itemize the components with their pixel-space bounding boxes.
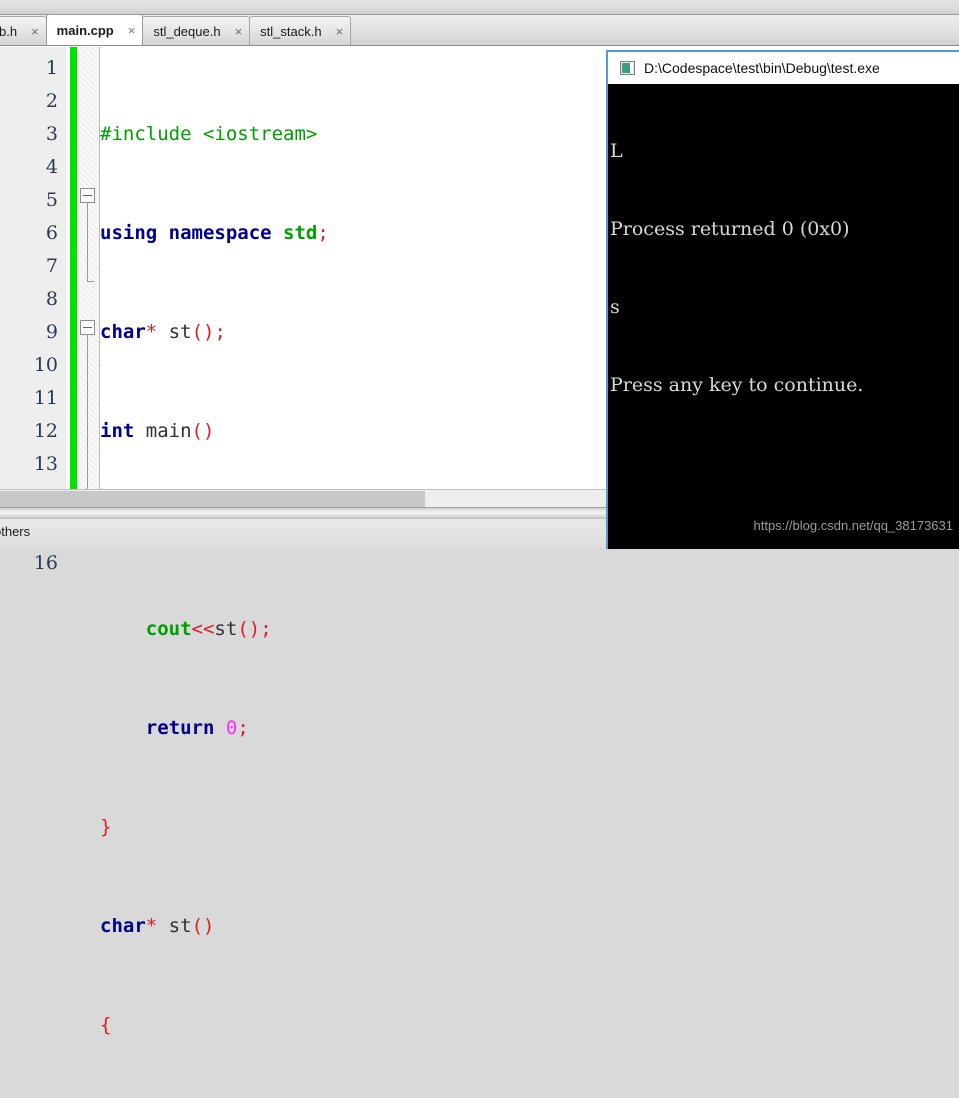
- line-number: 4: [45, 156, 58, 178]
- tab-b-h[interactable]: b.h ×: [0, 16, 47, 45]
- tab-label: main.cpp: [56, 22, 114, 38]
- console-line: Process returned 0 (0x0): [610, 218, 850, 240]
- tab-stl-deque-h[interactable]: stl_deque.h ×: [142, 16, 251, 45]
- line-number: 9: [45, 321, 58, 343]
- fold-toggle-icon[interactable]: [80, 320, 95, 335]
- tab-label: stl_stack.h: [260, 23, 322, 39]
- console-window[interactable]: D:\Codespace\test\bin\Debug\test.exe L P…: [606, 50, 959, 549]
- close-icon[interactable]: ×: [235, 25, 243, 38]
- line-number: 6: [45, 222, 58, 244]
- toolbar-strip: [0, 0, 959, 15]
- tab-main-cpp[interactable]: main.cpp ×: [45, 14, 144, 45]
- tab-label: stl_deque.h: [153, 23, 221, 39]
- code-folding-margin[interactable]: [77, 47, 100, 490]
- line-number: 13: [33, 453, 58, 475]
- close-icon[interactable]: ×: [31, 25, 39, 38]
- fold-range-line: [87, 335, 88, 490]
- scrollbar-thumb[interactable]: [0, 491, 425, 507]
- code-line: cout<<st();: [145, 618, 272, 640]
- close-icon[interactable]: ×: [336, 25, 344, 38]
- console-line: s: [610, 296, 620, 318]
- console-icon: [620, 61, 635, 75]
- fold-toggle-icon[interactable]: [80, 188, 95, 203]
- code-line: {: [100, 1014, 112, 1036]
- line-number: 10: [33, 354, 58, 376]
- line-number: 7: [45, 255, 58, 277]
- console-line: Press any key to continue.: [610, 374, 864, 396]
- code-line: char* st(): [100, 915, 215, 937]
- line-number: 5: [45, 189, 58, 211]
- line-number: 8: [45, 288, 58, 310]
- close-icon[interactable]: ×: [128, 24, 136, 37]
- line-number: 3: [45, 123, 58, 145]
- editor-gutter: 1 2 3 4 5 6 7 8 9 10 11 12 13 14 15 16: [0, 47, 66, 574]
- watermark: https://blog.csdn.net/qq_38173631: [753, 518, 954, 533]
- change-indicator-bar: [70, 47, 77, 490]
- console-title: D:\Codespace\test\bin\Debug\test.exe: [644, 60, 880, 76]
- console-title-bar[interactable]: D:\Codespace\test\bin\Debug\test.exe: [608, 52, 959, 84]
- line-number: 12: [33, 420, 58, 442]
- editor-tab-bar: b.h × main.cpp × stl_deque.h × stl_stack…: [0, 14, 959, 46]
- line-number: 2: [45, 90, 58, 112]
- fold-range-line: [87, 203, 88, 281]
- line-number: 16: [33, 552, 58, 574]
- fold-range-end: [87, 281, 94, 282]
- line-number: 1: [45, 57, 58, 79]
- panel-tab-others[interactable]: others: [0, 524, 30, 539]
- console-output: L Process returned 0 (0x0) s Press any k…: [608, 84, 959, 549]
- line-number: 11: [33, 387, 58, 409]
- code-line: }: [100, 816, 112, 838]
- tab-list: b.h × main.cpp × stl_deque.h × stl_stack…: [0, 14, 352, 45]
- tab-stl-stack-h[interactable]: stl_stack.h ×: [249, 16, 352, 45]
- console-line: L: [610, 140, 623, 162]
- code-line: return 0;: [145, 717, 249, 739]
- tab-label: b.h: [0, 23, 18, 39]
